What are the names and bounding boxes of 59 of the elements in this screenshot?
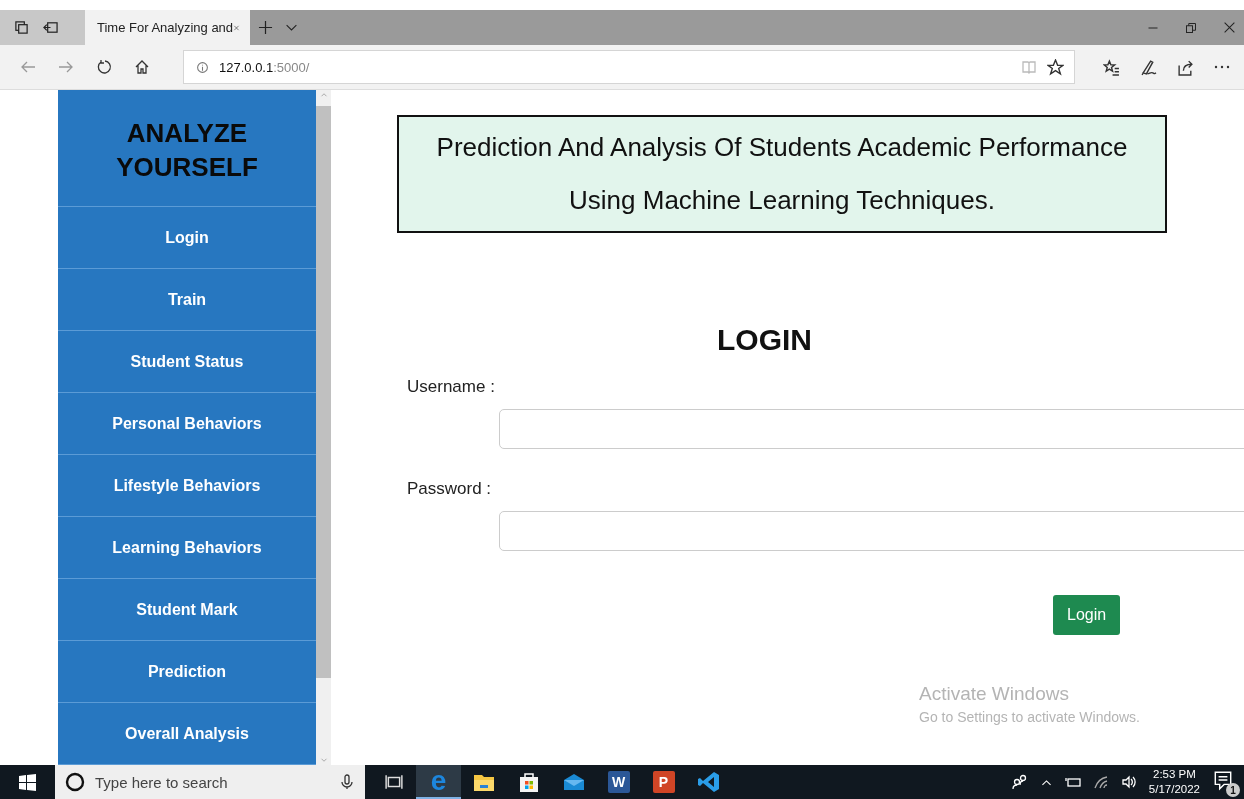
more-icon[interactable] (1214, 65, 1230, 69)
pen-icon[interactable] (1140, 58, 1157, 76)
sidebar-link[interactable]: Student Mark (136, 600, 238, 619)
field-label: Username : (407, 377, 496, 397)
volume-icon[interactable] (1120, 774, 1137, 790)
login-button[interactable]: Login (1053, 595, 1121, 635)
address-bar[interactable]: 127.0.0.1:5000/ (183, 50, 1075, 84)
favorites-list-icon[interactable] (1103, 58, 1120, 76)
clock-date[interactable]: 5/17/2022 (1148, 782, 1200, 797)
search-field[interactable]: Type here to search (93, 772, 331, 792)
banner-text: Using Machine Learning Techniques. (569, 185, 995, 216)
sidebar-link[interactable]: Lifestyle Behaviors (113, 476, 261, 495)
folder-icon[interactable] (472, 772, 495, 792)
windows-start-icon[interactable] (19, 773, 36, 791)
activation-text: Go to Settings to activate Windows. (919, 709, 1140, 725)
edge-icon[interactable]: e (427, 770, 450, 792)
sidebar-link[interactable]: Personal Behaviors (112, 414, 262, 433)
taskbar-app-button[interactable]: W (596, 765, 641, 799)
sidebar-link[interactable]: Train (167, 290, 207, 309)
cortana-circle-icon (65, 772, 85, 792)
search-bar[interactable]: Type here to search (55, 765, 365, 799)
wifi-icon[interactable] (1092, 774, 1109, 790)
microphone-icon[interactable] (339, 774, 355, 790)
taskbar-app-button[interactable]: P (641, 765, 686, 799)
input-field[interactable] (499, 511, 1244, 551)
word-icon[interactable]: W (607, 771, 630, 793)
info-icon[interactable] (196, 60, 209, 74)
close-icon[interactable] (1223, 21, 1236, 34)
set-aside-tabs-icon[interactable] (43, 20, 58, 35)
sidebar-link[interactable]: Student Status (130, 352, 244, 371)
refresh-icon[interactable] (96, 59, 112, 75)
login-heading: LOGIN (717, 323, 813, 357)
sidebar-link[interactable]: Learning Behaviors (112, 538, 262, 557)
favorite-star-icon[interactable] (1047, 58, 1064, 76)
clock-time[interactable]: 2:53 PM (1153, 767, 1196, 782)
browser-tab[interactable]: Time For Analyzing and (85, 10, 250, 45)
back-arrow-icon[interactable] (20, 59, 36, 75)
sidebar-link[interactable]: Prediction (147, 662, 227, 681)
forward-arrow-icon[interactable] (58, 59, 74, 75)
field-label: Password : (407, 479, 493, 499)
banner-text: Prediction And Analysis Of Students Academic Performance (436, 132, 1128, 163)
code-editor-icon[interactable] (697, 771, 720, 793)
input-field[interactable] (499, 409, 1244, 449)
people-icon[interactable] (1011, 774, 1028, 790)
taskbar-app-button[interactable]: e (416, 765, 461, 799)
notification-count: 1 (1226, 783, 1240, 797)
sidebar-link[interactable]: Overall Analysis (125, 724, 249, 743)
share-icon[interactable] (1177, 58, 1194, 76)
home-icon[interactable] (134, 59, 150, 75)
task-view-icon[interactable] (384, 773, 403, 791)
sidebar-link[interactable]: Login (165, 228, 209, 247)
site-title: ANALYZE YOURSELF (115, 117, 259, 184)
shopping-bag-icon[interactable] (518, 771, 539, 793)
plus-icon[interactable] (258, 20, 273, 35)
mail-icon[interactable] (562, 773, 585, 791)
powerpoint-icon[interactable]: P (652, 771, 675, 793)
activation-title: Activate Windows (919, 683, 1070, 705)
tabs-icon[interactable] (14, 20, 29, 35)
restore-icon[interactable] (1185, 21, 1197, 34)
